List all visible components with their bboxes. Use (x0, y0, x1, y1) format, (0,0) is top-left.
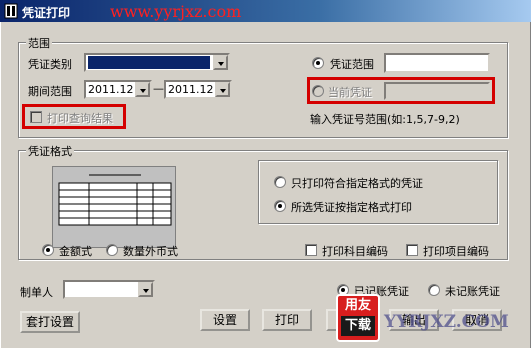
selected-format-radio[interactable] (274, 200, 286, 212)
app-icon (4, 3, 18, 19)
print-item-code-checkbox[interactable] (406, 244, 418, 256)
settings-button[interactable]: 设置 (200, 309, 250, 331)
set-print-button[interactable]: 套打设置 (20, 311, 80, 333)
selected-format-label: 所选凭证按指定格式打印 (291, 201, 412, 214)
range-group-label: 范围 (26, 35, 52, 51)
chevron-down-icon[interactable] (213, 55, 228, 70)
window-title: 凭证打印 (22, 6, 71, 20)
voucher-range-radio[interactable] (312, 57, 324, 69)
voucher-range-input[interactable] (384, 53, 490, 73)
print-item-code-label: 打印项目编码 (423, 245, 489, 258)
print-button[interactable]: 打印 (262, 309, 312, 331)
print-account-code-label: 打印科目编码 (322, 245, 388, 258)
foreign-qty-label: 数量外币式 (123, 245, 178, 258)
unposted-radio[interactable] (428, 284, 440, 296)
chevron-down-icon[interactable] (215, 82, 230, 97)
period-label: 期间范围 (28, 85, 72, 98)
maker-label: 制单人 (20, 286, 53, 299)
chevron-down-icon[interactable] (135, 82, 150, 97)
period-separator: — (153, 82, 164, 95)
amount-style-radio[interactable] (42, 244, 54, 256)
table-preview-icon (58, 174, 172, 226)
highlight-box-print-query (22, 104, 126, 129)
unposted-label: 未记账凭证 (445, 285, 500, 298)
amount-style-label: 金额式 (59, 245, 92, 258)
voucher-type-select[interactable] (84, 53, 230, 72)
voucher-range-hint: 输入凭证号范围(如:1,5,7-9,2) (310, 113, 460, 126)
yonyou-logo-overlay: 用友 下载 (336, 294, 380, 342)
voucher-type-label: 凭证类别 (28, 58, 72, 71)
foreign-qty-radio[interactable] (106, 244, 118, 256)
chevron-down-icon[interactable] (138, 282, 153, 297)
format-group-label: 凭证格式 (26, 143, 74, 159)
format-preview-image (52, 166, 176, 248)
voucher-range-label: 凭证范围 (330, 58, 374, 71)
site-overlay-text: YYRJXZ.COM (384, 312, 509, 332)
period-from-select[interactable]: 2011.12 (84, 80, 152, 99)
only-matching-label: 只打印符合指定格式的凭证 (291, 177, 423, 190)
highlight-box-current-voucher (307, 77, 495, 104)
maker-select[interactable] (63, 280, 155, 299)
only-matching-radio[interactable] (274, 176, 286, 188)
title-bar: 凭证打印 www.yyrjxz.com (0, 0, 531, 22)
period-to-select[interactable]: 2011.12 (164, 80, 232, 99)
print-account-code-checkbox[interactable] (305, 244, 317, 256)
watermark-text: www.yyrjxz.com (110, 2, 242, 21)
